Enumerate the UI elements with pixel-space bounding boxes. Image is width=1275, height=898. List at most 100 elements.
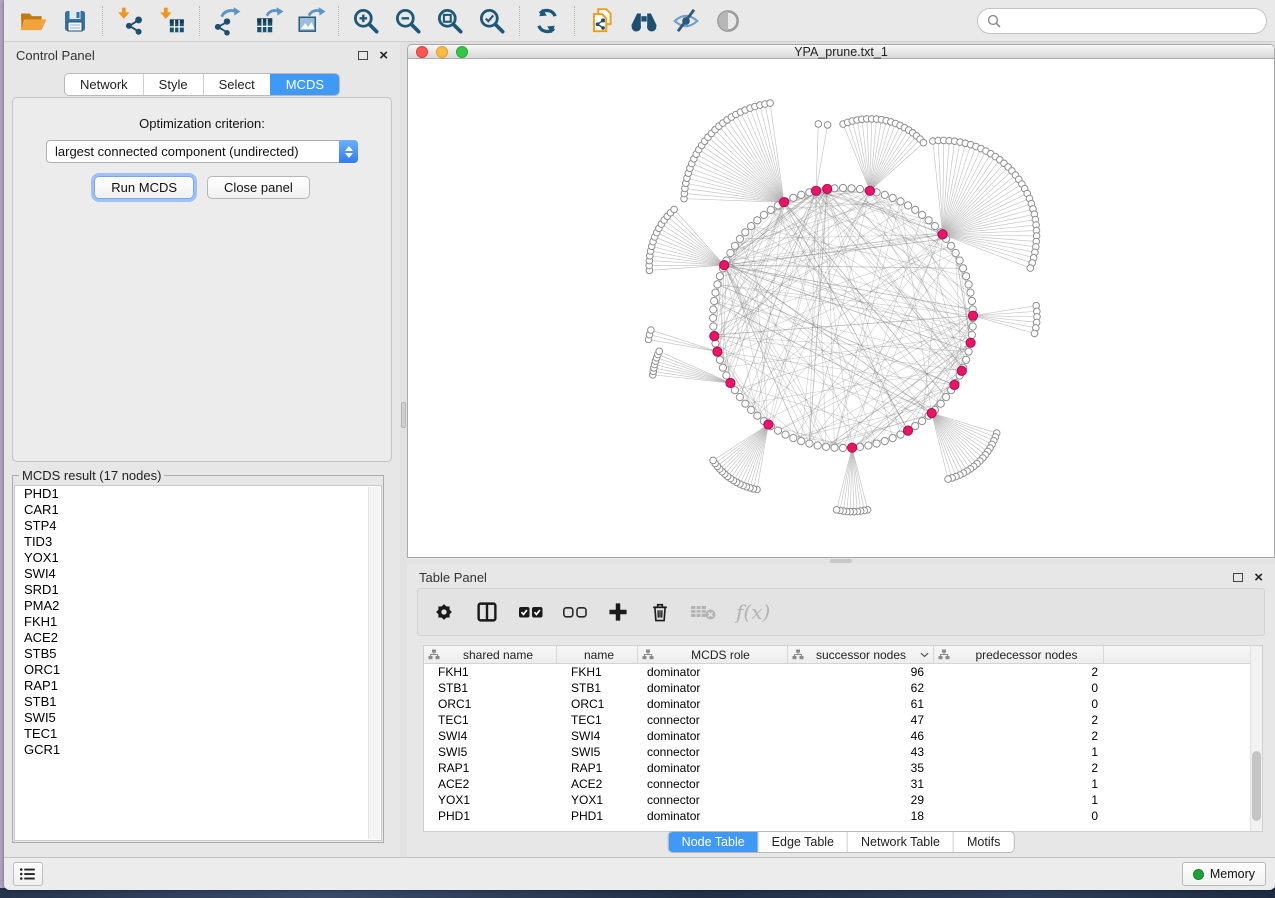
export-network-button[interactable] [206, 3, 248, 39]
mcds-result-item[interactable]: PMA2 [15, 598, 381, 614]
cell-predecessor-nodes[interactable]: 0 [934, 681, 1104, 695]
mcds-result-item[interactable]: FKH1 [15, 614, 381, 630]
cell-predecessor-nodes[interactable]: 2 [934, 665, 1104, 679]
cell-name[interactable]: ORC1 [557, 697, 638, 711]
tab-mcds[interactable]: MCDS [270, 74, 339, 95]
clone-network-button[interactable] [581, 3, 623, 39]
export-table-button[interactable] [248, 3, 290, 39]
cell-successor-nodes[interactable]: 18 [788, 809, 934, 823]
cell-name[interactable]: ACE2 [557, 777, 638, 791]
cell-name[interactable]: FKH1 [557, 665, 638, 679]
table-row[interactable]: ACE2ACE2connector311 [424, 776, 1262, 792]
cell-name[interactable]: STB1 [557, 681, 638, 695]
cell-name[interactable]: SWI5 [557, 745, 638, 759]
float-panel-icon[interactable] [1233, 573, 1243, 582]
cell-name[interactable]: PHD1 [557, 809, 638, 823]
network-canvas[interactable] [408, 59, 1275, 552]
cell-shared-name[interactable]: SWI4 [424, 729, 557, 743]
cell-MCDS-role[interactable]: connector [638, 777, 788, 791]
cell-name[interactable]: SWI4 [557, 729, 638, 743]
cell-name[interactable]: TEC1 [557, 713, 638, 727]
cell-shared-name[interactable]: STB1 [424, 681, 557, 695]
save-session-button[interactable] [54, 3, 96, 39]
first-neighbors-button[interactable] [623, 3, 665, 39]
mcds-result-item[interactable]: YOX1 [15, 550, 381, 566]
zoom-in-button[interactable] [345, 3, 387, 39]
cell-MCDS-role[interactable]: dominator [638, 809, 788, 823]
tab-network[interactable]: Network [65, 74, 143, 95]
cell-shared-name[interactable]: PHD1 [424, 809, 557, 823]
hide-selected-button[interactable] [665, 3, 707, 39]
cell-MCDS-role[interactable]: dominator [638, 761, 788, 775]
add-column-button[interactable] [606, 595, 630, 629]
cell-name[interactable]: RAP1 [557, 761, 638, 775]
table-row[interactable]: STB1STB1dominator620 [424, 680, 1262, 696]
cell-shared-name[interactable]: YOX1 [424, 793, 557, 807]
float-panel-icon[interactable] [358, 51, 368, 60]
mcds-result-item[interactable]: RAP1 [15, 678, 381, 694]
tab-select[interactable]: Select [203, 74, 270, 95]
splitter-grip[interactable] [830, 559, 852, 563]
mcds-result-item[interactable]: SRD1 [15, 582, 381, 598]
cell-shared-name[interactable]: RAP1 [424, 761, 557, 775]
cell-MCDS-role[interactable]: dominator [638, 665, 788, 679]
cell-successor-nodes[interactable]: 35 [788, 761, 934, 775]
zoom-out-button[interactable] [387, 3, 429, 39]
cell-predecessor-nodes[interactable]: 1 [934, 777, 1104, 791]
table-settings-button[interactable] [432, 595, 456, 629]
cell-shared-name[interactable]: FKH1 [424, 665, 557, 679]
mcds-result-item[interactable]: PHD1 [15, 486, 381, 502]
table-row[interactable]: RAP1RAP1dominator352 [424, 760, 1262, 776]
table-row[interactable]: ORC1ORC1dominator610 [424, 696, 1262, 712]
table-row[interactable]: PHD1PHD1dominator180 [424, 808, 1262, 824]
scrollbar-thumb[interactable] [1252, 751, 1261, 821]
mcds-result-item[interactable]: TEC1 [15, 726, 381, 742]
column-header-MCDS-role[interactable]: MCDS role [638, 646, 788, 663]
search-input[interactable] [1001, 13, 1257, 28]
column-chooser-button[interactable] [474, 595, 500, 629]
cell-successor-nodes[interactable]: 96 [788, 665, 934, 679]
cell-predecessor-nodes[interactable]: 1 [934, 745, 1104, 759]
mcds-result-item[interactable]: GCR1 [15, 742, 381, 758]
cell-predecessor-nodes[interactable]: 2 [934, 729, 1104, 743]
network-window-titlebar[interactable]: YPA_prune.txt_1 [408, 45, 1274, 59]
cell-successor-nodes[interactable]: 61 [788, 697, 934, 711]
deselect-all-button[interactable] [562, 595, 588, 629]
delete-columns-button[interactable] [648, 595, 672, 629]
close-panel-icon[interactable]: × [1254, 570, 1263, 585]
cell-successor-nodes[interactable]: 31 [788, 777, 934, 791]
column-header-name[interactable]: name [557, 646, 638, 663]
table-scrollbar[interactable] [1250, 646, 1262, 831]
cell-MCDS-role[interactable]: dominator [638, 697, 788, 711]
table-row[interactable]: FKH1FKH1dominator962 [424, 664, 1262, 680]
tab-motifs[interactable]: Motifs [953, 832, 1013, 852]
tab-network-table[interactable]: Network Table [847, 832, 953, 852]
optimization-criterion-select[interactable]: largest connected component (undirected) [46, 140, 358, 163]
mcds-result-list[interactable]: PHD1CAR1STP4TID3YOX1SWI4SRD1PMA2FKH1ACE2… [14, 485, 382, 841]
cell-predecessor-nodes[interactable]: 2 [934, 713, 1104, 727]
zoom-selected-button[interactable] [471, 3, 513, 39]
cell-predecessor-nodes[interactable]: 0 [934, 809, 1104, 823]
mcds-result-item[interactable]: CAR1 [15, 502, 381, 518]
cell-shared-name[interactable]: ORC1 [424, 697, 557, 711]
import-network-button[interactable] [109, 3, 151, 39]
cell-shared-name[interactable]: TEC1 [424, 713, 557, 727]
run-mcds-button[interactable]: Run MCDS [94, 176, 194, 199]
column-header-shared-name[interactable]: shared name [424, 646, 557, 663]
cell-name[interactable]: YOX1 [557, 793, 638, 807]
show-all-button[interactable] [707, 3, 749, 39]
cell-successor-nodes[interactable]: 62 [788, 681, 934, 695]
cell-successor-nodes[interactable]: 43 [788, 745, 934, 759]
column-header-predecessor-nodes[interactable]: predecessor nodes [934, 646, 1104, 663]
table-row[interactable]: YOX1YOX1connector291 [424, 792, 1262, 808]
tab-style[interactable]: Style [143, 74, 203, 95]
mcds-result-item[interactable]: TID3 [15, 534, 381, 550]
mcds-result-item[interactable]: ACE2 [15, 630, 381, 646]
apply-layout-button[interactable] [526, 3, 568, 39]
mcds-result-item[interactable]: STB1 [15, 694, 381, 710]
zoom-fit-button[interactable] [429, 3, 471, 39]
column-header-successor-nodes[interactable]: successor nodes [788, 646, 934, 663]
mcds-result-item[interactable]: ORC1 [15, 662, 381, 678]
tab-edge-table[interactable]: Edge Table [758, 832, 847, 852]
table-row[interactable]: SWI4SWI4dominator462 [424, 728, 1262, 744]
